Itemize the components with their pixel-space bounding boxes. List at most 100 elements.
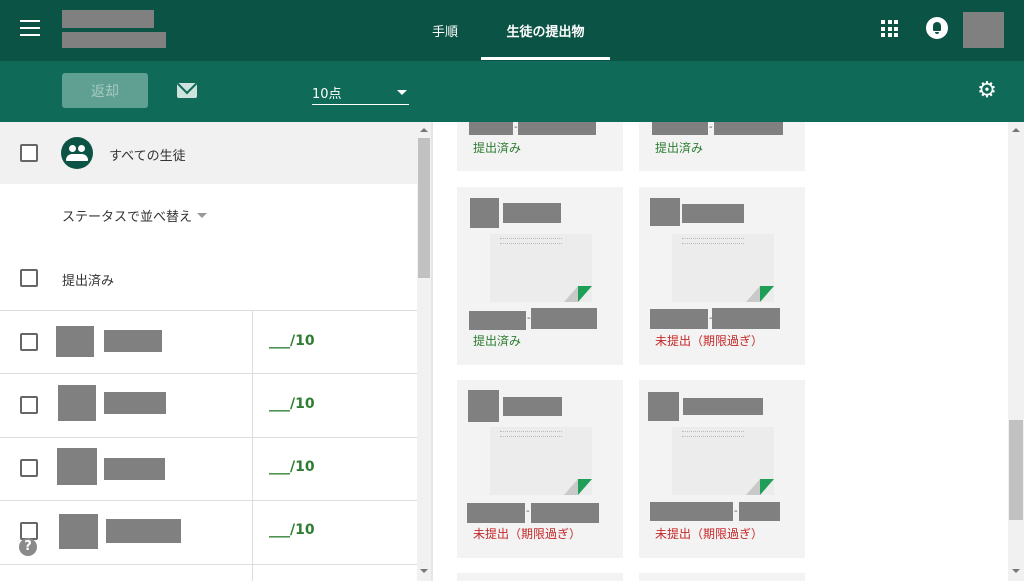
row-divider	[0, 500, 417, 501]
student-name-redacted	[518, 122, 596, 135]
name-separator: -	[526, 506, 530, 517]
document-thumbnail	[490, 234, 592, 302]
return-button[interactable]: 返却	[62, 73, 148, 108]
active-tab-indicator	[481, 57, 610, 60]
app-root: 手順 生徒の提出物 返却 10点 ⚙ すべての生徒 ステータスで並べ替え 提出済…	[0, 0, 1024, 581]
people-icon	[61, 137, 93, 169]
submission-card[interactable]: - 提出済み	[457, 187, 623, 365]
student-name-redacted	[106, 519, 181, 543]
student-name-redacted	[503, 203, 561, 223]
name-separator: -	[709, 122, 713, 133]
file-fold-icon	[746, 479, 774, 495]
avatar	[468, 390, 499, 422]
avatar[interactable]	[963, 12, 1004, 48]
status-badge: 提出済み	[655, 141, 704, 155]
submission-card[interactable]: - 提出済み	[457, 122, 623, 171]
grading-toolbar: 返却 10点	[0, 61, 1024, 122]
scroll-down-icon[interactable]	[1012, 569, 1020, 573]
avatar	[57, 448, 97, 485]
chevron-down-icon[interactable]	[197, 213, 207, 218]
help-icon[interactable]: ?	[19, 538, 37, 556]
student-name-redacted	[739, 502, 780, 521]
student-name-redacted	[650, 309, 708, 329]
column-divider	[252, 310, 253, 581]
student-name-redacted	[467, 503, 525, 523]
document-thumbnail	[672, 427, 774, 495]
student-name-redacted	[531, 503, 599, 523]
row-divider	[0, 564, 417, 565]
scroll-up-icon[interactable]	[1012, 128, 1020, 132]
mail-icon[interactable]	[177, 83, 197, 98]
chevron-down-icon	[397, 90, 407, 95]
submission-card[interactable]: - 未提出（期限過ぎ）	[639, 380, 805, 558]
student-name-redacted	[652, 122, 708, 135]
student-name-redacted	[503, 397, 562, 416]
student-name-redacted	[469, 122, 513, 135]
submission-card[interactable]: - 未提出（期限過ぎ）	[457, 380, 623, 558]
student-name-redacted	[714, 122, 783, 135]
student-name-redacted	[650, 502, 733, 521]
grade-input[interactable]: ___/10	[269, 396, 315, 412]
submission-card[interactable]: - 提出済み	[639, 122, 805, 171]
grade-input[interactable]: ___/10	[269, 333, 315, 349]
student-name-redacted	[104, 392, 166, 414]
apps-icon[interactable]	[881, 20, 898, 37]
student-name-redacted	[469, 311, 526, 330]
all-students-row[interactable]: すべての生徒	[0, 122, 417, 184]
group-checkbox[interactable]	[20, 269, 38, 287]
status-badge: 未提出（期限過ぎ）	[473, 527, 582, 541]
avatar	[56, 326, 94, 357]
doc-preview-lines	[682, 431, 744, 437]
student-name-redacted	[531, 308, 597, 329]
student-name-redacted	[682, 204, 744, 223]
student-checkbox[interactable]	[20, 396, 38, 414]
scroll-up-icon[interactable]	[420, 128, 428, 132]
grade-input[interactable]: ___/10	[269, 522, 315, 538]
all-students-label: すべての生徒	[109, 149, 186, 164]
tab-student-work[interactable]: 生徒の提出物	[481, 0, 610, 61]
bell-icon[interactable]	[926, 17, 948, 39]
submission-card[interactable]	[457, 573, 623, 581]
menu-icon[interactable]	[20, 20, 40, 36]
doc-preview-lines	[682, 238, 744, 244]
sort-dropdown[interactable]: ステータスで並べ替え	[62, 206, 192, 225]
row-divider	[0, 373, 417, 374]
name-separator: -	[734, 506, 738, 517]
doc-preview-lines	[500, 238, 562, 244]
group-label-submitted: 提出済み	[62, 274, 115, 289]
student-checkbox[interactable]	[20, 333, 38, 351]
gear-icon[interactable]: ⚙	[976, 80, 998, 102]
status-badge: 提出済み	[473, 141, 522, 155]
status-badge: 提出済み	[473, 334, 522, 348]
file-fold-icon	[564, 479, 592, 495]
points-dropdown[interactable]: 10点	[312, 83, 409, 105]
top-header: 手順 生徒の提出物	[0, 0, 1024, 61]
submission-card[interactable]	[639, 573, 805, 581]
all-students-checkbox[interactable]	[20, 144, 38, 162]
file-fold-icon	[564, 286, 592, 302]
grade-input[interactable]: ___/10	[269, 459, 315, 475]
avatar	[58, 385, 96, 421]
avatar	[470, 198, 499, 228]
avatar	[648, 392, 679, 421]
student-name-redacted	[683, 398, 763, 415]
row-divider	[0, 437, 417, 438]
student-name-redacted	[712, 308, 780, 329]
submissions-scroll-thumb[interactable]	[1009, 420, 1023, 520]
doc-preview-lines	[500, 431, 562, 437]
scroll-down-icon[interactable]	[420, 569, 428, 573]
submission-card[interactable]: - 未提出（期限過ぎ）	[639, 187, 805, 365]
avatar	[650, 198, 680, 226]
class-section-redacted	[62, 32, 166, 48]
roster-scroll-thumb[interactable]	[418, 138, 430, 278]
tab-instructions[interactable]: 手順	[420, 0, 470, 61]
class-name-redacted	[62, 10, 154, 28]
student-name-redacted	[104, 330, 162, 352]
points-value: 10点	[312, 87, 342, 102]
document-thumbnail	[672, 234, 774, 302]
student-name-redacted	[104, 458, 165, 480]
document-thumbnail	[490, 427, 592, 495]
row-divider	[0, 310, 417, 311]
student-checkbox[interactable]	[20, 459, 38, 477]
status-badge: 未提出（期限過ぎ）	[655, 527, 764, 541]
